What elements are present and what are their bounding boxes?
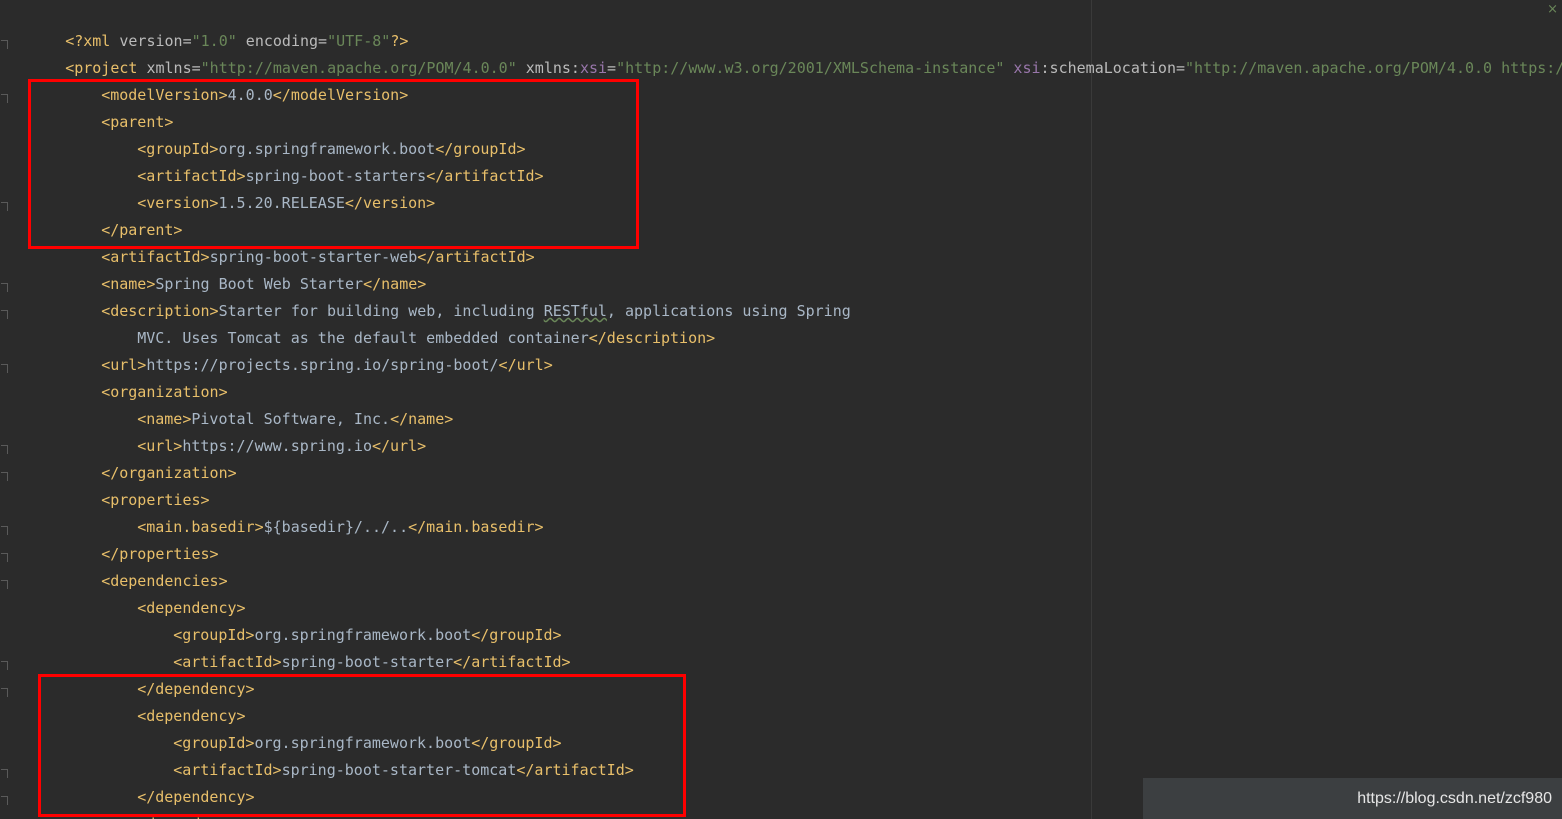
code-line-properties-open: <properties> bbox=[101, 491, 210, 509]
code-line-dep1-artifact-id: <artifactId>spring-boot-starter</artifac… bbox=[173, 653, 571, 671]
code-line-description: <description>Starter for building web, i… bbox=[101, 302, 851, 320]
code-line-dep1-group-id: <groupId>org.springframework.boot</group… bbox=[173, 626, 562, 644]
code-editor[interactable]: × <?xml version="1.0" encoding="UTF-8"?>… bbox=[0, 0, 1562, 819]
code-line-description-cont: MVC. Uses Tomcat as the default embedded… bbox=[137, 329, 716, 347]
code-line-project: <project xmlns="http://maven.apache.org/… bbox=[65, 59, 1562, 77]
close-icon[interactable]: × bbox=[1547, 2, 1558, 17]
code-line-organization-open: <organization> bbox=[101, 383, 228, 401]
fold-icon[interactable] bbox=[1, 283, 8, 292]
fold-icon[interactable] bbox=[1, 580, 8, 589]
fold-icon[interactable] bbox=[1, 364, 8, 373]
fold-icon[interactable] bbox=[1, 526, 8, 535]
code-line-main-basedir: <main.basedir>${basedir}/../..</main.bas… bbox=[137, 518, 544, 536]
fold-icon[interactable] bbox=[1, 94, 8, 103]
code-line-dependencies-open: <dependencies> bbox=[101, 572, 228, 590]
editor-gutter bbox=[0, 0, 10, 819]
fold-icon[interactable] bbox=[1, 202, 8, 211]
code-line-url: <url>https://projects.spring.io/spring-b… bbox=[101, 356, 553, 374]
code-line-organization-close: </organization> bbox=[101, 464, 237, 482]
fold-icon[interactable] bbox=[1, 769, 8, 778]
fold-icon[interactable] bbox=[1, 688, 8, 697]
code-line-dependency-close: </dependency> bbox=[137, 680, 255, 698]
code-line-dependency-open: <dependency> bbox=[137, 599, 246, 617]
highlight-box-tomcat-dependency bbox=[38, 674, 686, 817]
code-line-org-url: <url>https://www.spring.io</url> bbox=[137, 437, 427, 455]
highlight-box-parent bbox=[28, 79, 639, 249]
fold-icon[interactable] bbox=[1, 796, 8, 805]
watermark: https://blog.csdn.net/zcf980 bbox=[1143, 778, 1562, 819]
fold-icon[interactable] bbox=[1, 40, 8, 49]
code-line-org-name: <name>Pivotal Software, Inc.</name> bbox=[137, 410, 454, 428]
fold-icon[interactable] bbox=[1, 472, 8, 481]
code-line-model-version: <modelVersion>4.0.0</modelVersion> bbox=[101, 86, 409, 104]
fold-icon[interactable] bbox=[1, 553, 8, 562]
fold-icon[interactable] bbox=[1, 310, 8, 319]
fold-icon[interactable] bbox=[1, 445, 8, 454]
fold-icon[interactable] bbox=[1, 661, 8, 670]
code-line-xml-declaration: <?xml version="1.0" encoding="UTF-8"?> bbox=[65, 32, 409, 50]
right-margin-guide bbox=[1091, 0, 1092, 819]
code-line-properties-close: </properties> bbox=[101, 545, 219, 563]
